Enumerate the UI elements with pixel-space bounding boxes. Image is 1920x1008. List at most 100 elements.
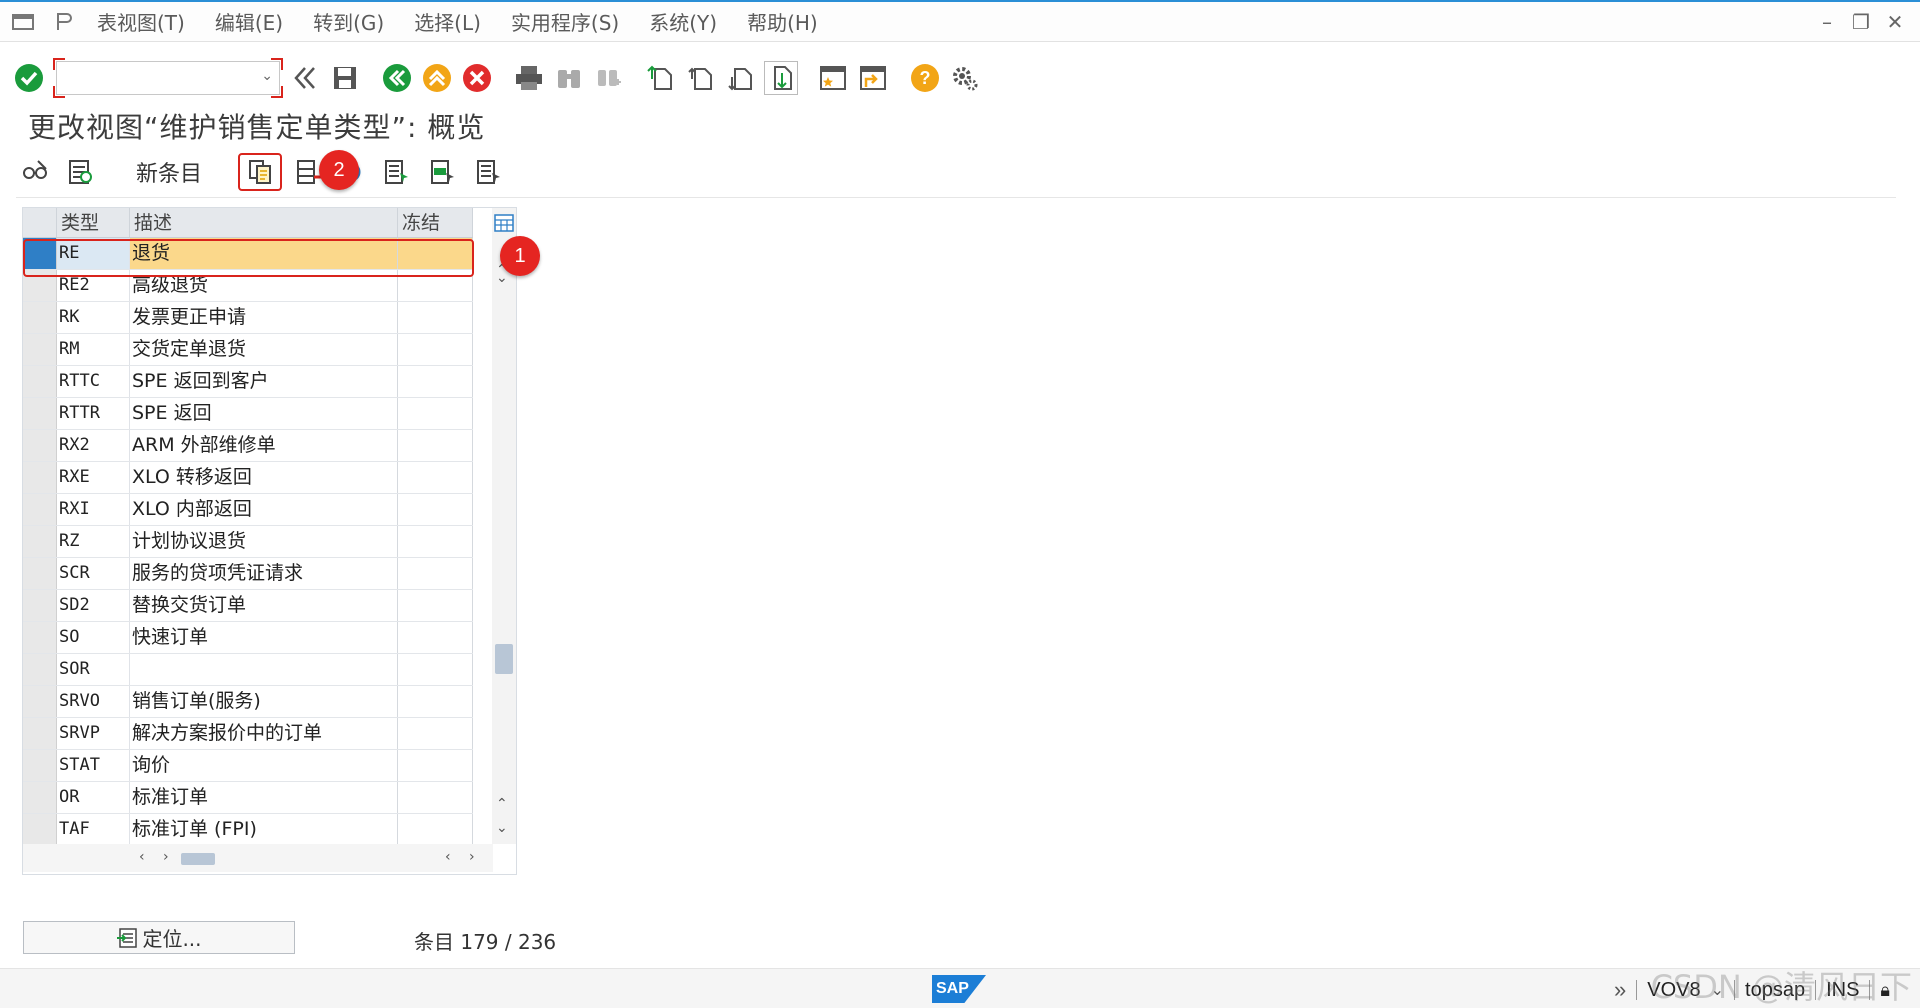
menu-help[interactable]: 帮助(H) <box>747 7 818 36</box>
vertical-scrollbar[interactable]: ⌃ ⌄ ⌃ ⌄ <box>492 208 516 844</box>
cell-description[interactable]: 询价 <box>130 750 398 781</box>
row-selector[interactable] <box>23 334 57 365</box>
row-selector[interactable] <box>23 302 57 333</box>
cell-description[interactable]: 替换交货订单 <box>130 590 398 621</box>
cell-type[interactable]: RE <box>57 238 130 269</box>
cell-type[interactable]: SCR <box>57 558 130 589</box>
table-row[interactable]: RE2 高级退货 <box>23 270 473 302</box>
cell-frozen[interactable] <box>398 462 473 493</box>
minimize-icon[interactable]: – <box>1816 10 1838 34</box>
next-page-button[interactable] <box>724 61 758 95</box>
row-selector[interactable] <box>23 750 57 781</box>
cell-type[interactable]: SRVP <box>57 718 130 749</box>
cell-frozen[interactable] <box>398 814 473 845</box>
close-window-icon[interactable]: ✕ <box>1884 10 1906 34</box>
help-button[interactable]: ? <box>908 61 942 95</box>
cell-type[interactable]: RTTC <box>57 366 130 397</box>
new-entries-button[interactable]: 新条目 <box>122 153 216 191</box>
row-selector[interactable] <box>23 622 57 653</box>
row-selector[interactable] <box>23 686 57 717</box>
row-selector[interactable] <box>23 238 57 269</box>
cell-frozen[interactable] <box>398 782 473 813</box>
cell-description[interactable]: 快速订单 <box>130 622 398 653</box>
table-row[interactable]: SRVO 销售订单(服务) <box>23 686 473 718</box>
table-row[interactable]: SCR 服务的贷项凭证请求 <box>23 558 473 590</box>
menu-goto[interactable]: 转到(G) <box>313 7 384 36</box>
cell-description[interactable]: 计划协议退货 <box>130 526 398 557</box>
cell-description[interactable]: XLO 内部返回 <box>130 494 398 525</box>
cell-type[interactable]: SD2 <box>57 590 130 621</box>
cell-type[interactable]: RE2 <box>57 270 130 301</box>
cell-frozen[interactable] <box>398 526 473 557</box>
cell-frozen[interactable] <box>398 494 473 525</box>
cell-description[interactable]: XLO 转移返回 <box>130 462 398 493</box>
pin-icon[interactable] <box>50 12 76 32</box>
vertical-scroll-thumb[interactable] <box>495 644 513 674</box>
scroll-right-icon[interactable]: › <box>469 849 475 865</box>
cell-frozen[interactable] <box>398 398 473 429</box>
column-header-description[interactable]: 描述 <box>130 208 398 237</box>
cell-description[interactable]: 服务的贷项凭证请求 <box>130 558 398 589</box>
row-selector[interactable] <box>23 462 57 493</box>
table-row[interactable]: RXE XLO 转移返回 <box>23 462 473 494</box>
row-selector[interactable] <box>23 814 57 845</box>
cell-type[interactable]: RK <box>57 302 130 333</box>
table-row[interactable]: RX2 ARM 外部维修单 <box>23 430 473 462</box>
scroll-up-icon[interactable]: ⌃ <box>496 796 508 812</box>
cell-description[interactable]: 标准订单 <box>130 782 398 813</box>
find-next-button[interactable] <box>592 61 626 95</box>
cell-type[interactable]: OR <box>57 782 130 813</box>
cell-description[interactable]: 发票更正申请 <box>130 302 398 333</box>
table-row[interactable]: RTTR SPE 返回 <box>23 398 473 430</box>
cell-frozen[interactable] <box>398 430 473 461</box>
menu-icon[interactable] <box>10 12 36 32</box>
scroll-right-icon[interactable]: › <box>163 849 169 865</box>
find-button[interactable] <box>552 61 586 95</box>
menu-utilities[interactable]: 实用程序(S) <box>511 7 619 36</box>
create-session-button[interactable] <box>816 61 850 95</box>
cell-description[interactable]: ARM 外部维修单 <box>130 430 398 461</box>
cell-type[interactable]: RXE <box>57 462 130 493</box>
insert-mode[interactable]: INS <box>1826 979 1859 1002</box>
restore-icon[interactable]: ❐ <box>1850 10 1872 34</box>
previous-page-button[interactable] <box>684 61 718 95</box>
cell-frozen[interactable] <box>398 366 473 397</box>
cell-frozen[interactable] <box>398 718 473 749</box>
save-button[interactable] <box>328 61 362 95</box>
cell-type[interactable]: SOR <box>57 654 130 685</box>
column-header-type[interactable]: 类型 <box>57 208 130 237</box>
chevron-down-icon[interactable]: ⌄ <box>1711 980 1724 1000</box>
cell-type[interactable]: SRVO <box>57 686 130 717</box>
table-row[interactable]: SOR <box>23 654 473 686</box>
row-selector[interactable] <box>23 590 57 621</box>
cell-type[interactable]: STAT <box>57 750 130 781</box>
cell-frozen[interactable] <box>398 270 473 301</box>
row-selector[interactable] <box>23 494 57 525</box>
cell-type[interactable]: RX2 <box>57 430 130 461</box>
collapse-command-button[interactable] <box>288 61 322 95</box>
scroll-down-icon[interactable]: ⌄ <box>496 820 508 836</box>
cell-frozen[interactable] <box>398 654 473 685</box>
horizontal-scrollbar[interactable]: ‹ › ‹ › <box>23 844 493 872</box>
chevron-down-icon[interactable]: ⌄ <box>261 68 273 84</box>
row-selector[interactable] <box>23 654 57 685</box>
double-chevron-right-icon[interactable]: » <box>1614 977 1626 1003</box>
table-row[interactable]: RE 退货 <box>23 238 473 270</box>
scroll-left-icon[interactable]: ‹ <box>139 849 145 865</box>
table-row[interactable]: TAF 标准订单 (FPI) <box>23 814 473 846</box>
generate-shortcut-button[interactable] <box>856 61 890 95</box>
table-row[interactable]: SO 快速订单 <box>23 622 473 654</box>
display-change-button[interactable] <box>16 153 54 191</box>
select-all-column[interactable] <box>23 208 57 237</box>
table-row[interactable]: SD2 替换交货订单 <box>23 590 473 622</box>
table-row[interactable]: RZ 计划协议退货 <box>23 526 473 558</box>
deselect-all-button[interactable] <box>470 153 508 191</box>
cell-frozen[interactable] <box>398 558 473 589</box>
row-selector[interactable] <box>23 558 57 589</box>
menu-edit[interactable]: 编辑(E) <box>215 7 283 36</box>
row-selector[interactable] <box>23 718 57 749</box>
table-row[interactable]: SRVP 解决方案报价中的订单 <box>23 718 473 750</box>
table-row[interactable]: OR 标准订单 <box>23 782 473 814</box>
row-selector[interactable] <box>23 430 57 461</box>
first-page-button[interactable] <box>644 61 678 95</box>
